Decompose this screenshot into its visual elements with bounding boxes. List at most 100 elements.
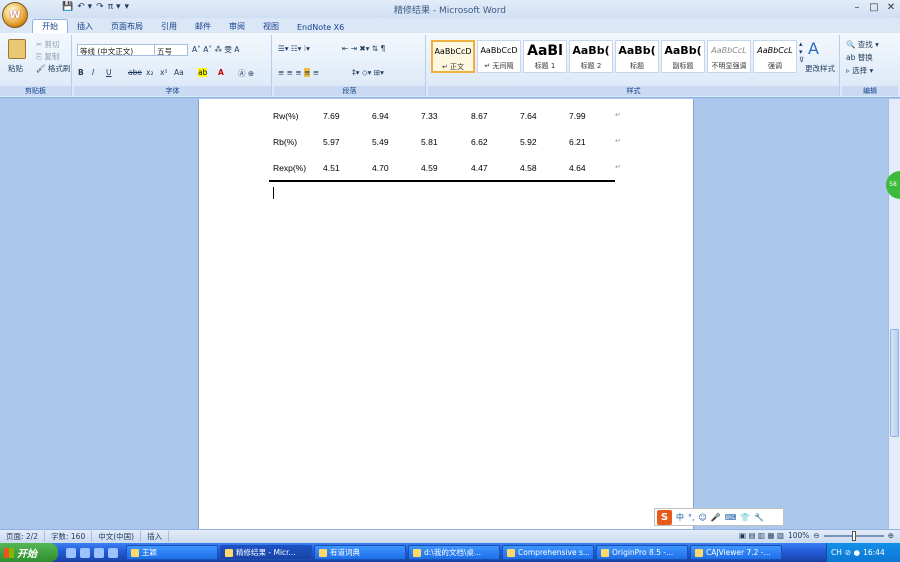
status-mode[interactable]: 插入: [141, 531, 170, 542]
document-page[interactable]: Rw(%) 7.69 6.94 7.33 8.67 7.64 7.99 ↵ Rb…: [198, 99, 694, 529]
style-title[interactable]: AaBb(标题: [615, 40, 659, 73]
strikethrough-button[interactable]: abe: [128, 68, 142, 77]
status-page[interactable]: 页面: 2/2: [0, 531, 45, 542]
tab-review[interactable]: 审阅: [220, 20, 254, 33]
zoom-out-icon[interactable]: ⊖: [813, 531, 819, 540]
style-no-spacing[interactable]: AaBbCcD ↵ 无间隔: [477, 40, 521, 73]
font-color-button[interactable]: A: [218, 68, 224, 77]
tab-home[interactable]: 开始: [32, 19, 68, 33]
italic-button[interactable]: I: [92, 68, 94, 77]
tab-mailings[interactable]: 邮件: [186, 20, 220, 33]
styles-scroll-icon[interactable]: ▴ ▾ ⊽: [799, 40, 804, 64]
save-icon[interactable]: 💾: [62, 2, 73, 12]
underline-button[interactable]: U: [106, 68, 112, 77]
ime-tools-icon[interactable]: 🔧: [754, 513, 764, 522]
table-cell: 5.97: [323, 137, 340, 147]
cut-button[interactable]: ✂ 剪切: [36, 39, 60, 50]
vertical-scrollbar[interactable]: [888, 99, 900, 529]
ie-icon[interactable]: [80, 547, 90, 558]
start-button[interactable]: 开始: [0, 543, 58, 562]
quick-launch: [58, 547, 126, 558]
table-cell: 5.92: [520, 137, 537, 147]
highlight-icon[interactable]: ab: [198, 68, 208, 77]
zoom-in-icon[interactable]: ⊕: [888, 531, 894, 540]
ribbon-tabs: 开始 插入 页面布局 引用 邮件 审阅 视图 EndNote X6: [0, 18, 900, 33]
taskbar-item[interactable]: 有道词典: [314, 545, 406, 560]
table-cell: 6.21: [569, 137, 586, 147]
view-buttons-icon[interactable]: ▣ ▤ ▥ ▦ ▧: [739, 531, 784, 540]
style-normal[interactable]: AaBbCcD ↵ 正文: [431, 40, 475, 73]
taskbar-item[interactable]: Comprehensive s...: [502, 545, 594, 560]
char-shading-icon[interactable]: Ⓐ ⊕: [238, 68, 254, 79]
select-button[interactable]: ▹ 选择 ▾: [846, 65, 873, 76]
superscript-button[interactable]: x²: [160, 68, 167, 77]
scroll-thumb[interactable]: [890, 329, 899, 437]
ime-chinese-toggle[interactable]: 中: [676, 512, 684, 523]
paste-icon[interactable]: [8, 39, 26, 59]
table-cell: 6.94: [372, 111, 389, 121]
redo-icon[interactable]: ↷: [96, 2, 104, 12]
table-cell: 7.33: [421, 111, 438, 121]
change-case-button[interactable]: Aa: [174, 68, 184, 77]
replace-button[interactable]: ab 替换: [846, 52, 873, 63]
status-words[interactable]: 字数: 160: [45, 531, 93, 542]
change-styles-button[interactable]: 更改样式: [805, 63, 835, 74]
zoom-slider[interactable]: [823, 530, 884, 541]
undo-icon[interactable]: ↶ ▾: [77, 2, 92, 12]
equation-icon[interactable]: π ▾: [108, 2, 121, 12]
bold-button[interactable]: B: [78, 68, 84, 77]
zoom-level[interactable]: 100%: [788, 531, 809, 540]
tab-view[interactable]: 视图: [254, 20, 288, 33]
minimize-icon[interactable]: –: [850, 2, 864, 13]
tab-insert[interactable]: 插入: [68, 20, 102, 33]
table-cell: 7.99: [569, 111, 586, 121]
taskbar-item[interactable]: d:\我的文档\桌...: [408, 545, 500, 560]
ime-keyboard-icon[interactable]: ⌨: [725, 513, 737, 522]
copy-button[interactable]: ⎘ 复制: [36, 51, 59, 62]
tray-clock[interactable]: 16:44: [863, 548, 885, 557]
desktop-icon[interactable]: [66, 547, 76, 558]
font-label: 字体: [74, 86, 271, 96]
app-icon[interactable]: [108, 547, 118, 558]
font-name-select[interactable]: 等线 (中文正文): [77, 44, 155, 56]
change-styles-icon[interactable]: A: [808, 39, 819, 58]
table-cell: 6.62: [471, 137, 488, 147]
customize-qat-icon[interactable]: ▾: [124, 2, 129, 12]
taskbar-item[interactable]: CAJViewer 7.2 -...: [690, 545, 782, 560]
row-end-mark: ↵: [615, 138, 621, 145]
style-subtle-emphasis[interactable]: AaBbCcL 不明显强调: [707, 40, 751, 73]
ime-voice-icon[interactable]: 🎤: [711, 513, 721, 522]
office-button[interactable]: W: [2, 2, 28, 28]
maximize-icon[interactable]: □: [867, 2, 881, 13]
ime-punct-icon[interactable]: °,: [688, 513, 695, 522]
sogou-logo-icon[interactable]: S: [657, 509, 672, 525]
tray-icons[interactable]: ⊘ ●: [845, 548, 860, 557]
font-size-tools[interactable]: A˄ A˅ ⁂ 雯 A: [192, 44, 239, 55]
style-subtitle[interactable]: AaBb(副标题: [661, 40, 705, 73]
taskbar-item[interactable]: 精修结果 - Micr...: [220, 545, 312, 560]
style-heading-2[interactable]: AaBb(标题 2: [569, 40, 613, 73]
subscript-button[interactable]: x₂: [146, 68, 153, 77]
align-icons[interactable]: ≡ ≡ ≡ ≡ ≡: [278, 68, 319, 77]
ime-emoji-icon[interactable]: ☺: [699, 513, 707, 522]
tray-language[interactable]: CH: [831, 548, 842, 557]
style-emphasis[interactable]: AaBbCcL 强调: [753, 40, 797, 73]
ime-skin-icon[interactable]: 👕: [740, 513, 750, 522]
format-painter-button[interactable]: 🖌 格式刷: [36, 63, 70, 74]
find-button[interactable]: 🔍 查找 ▾: [846, 39, 879, 50]
status-language[interactable]: 中文(中国): [92, 531, 142, 542]
paste-button[interactable]: 粘贴: [8, 63, 23, 74]
tab-page-layout[interactable]: 页面布局: [102, 20, 152, 33]
bullets-icon[interactable]: ☰▾ ☷▾ ⁝▾: [278, 44, 310, 53]
browser-icon[interactable]: [94, 547, 104, 558]
indent-icons[interactable]: ⇤ ⇥ ✖▾ ⇅ ¶: [342, 44, 385, 53]
style-heading-1[interactable]: AaBl 标题 1: [523, 40, 567, 73]
close-icon[interactable]: ✕: [884, 2, 898, 13]
tab-references[interactable]: 引用: [152, 20, 186, 33]
taskbar-item[interactable]: 王颖: [126, 545, 218, 560]
line-spacing-icon[interactable]: ‡▾ ◇▾ ⊞▾: [352, 68, 384, 77]
table-cell: 4.70: [372, 163, 389, 173]
tab-endnote[interactable]: EndNote X6: [288, 22, 353, 33]
font-size-select[interactable]: 五号: [154, 44, 188, 56]
taskbar-item[interactable]: OriginPro 8.5 -...: [596, 545, 688, 560]
